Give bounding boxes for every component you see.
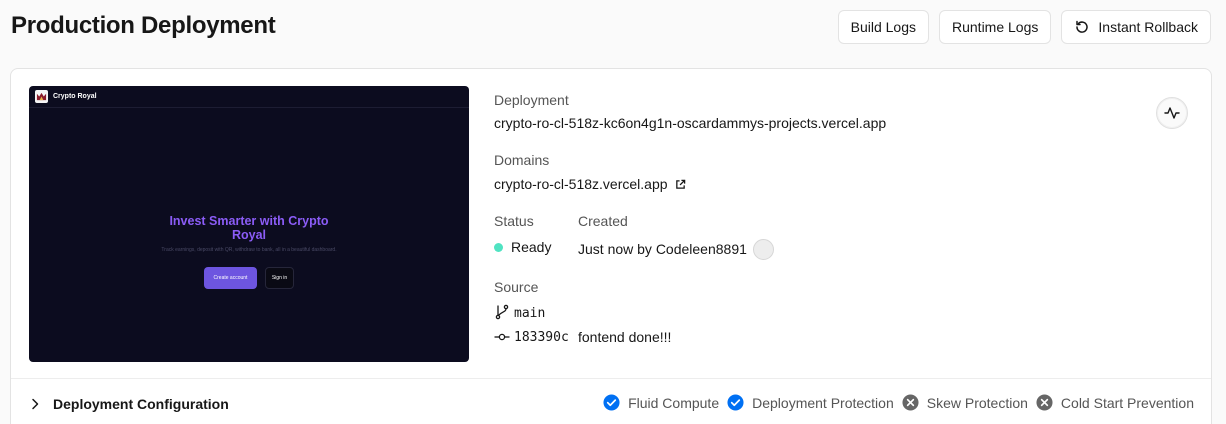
preview-logo bbox=[35, 90, 48, 103]
runtime-logs-button[interactable]: Runtime Logs bbox=[939, 10, 1052, 44]
page-title: Production Deployment bbox=[11, 12, 276, 39]
commit-message[interactable]: fontend done!!! bbox=[578, 329, 671, 345]
status-text: Ready bbox=[511, 239, 552, 255]
instant-rollback-label: Instant Rollback bbox=[1098, 19, 1198, 35]
preview-create-account-button: Create account bbox=[204, 267, 257, 289]
deployment-card: Crypto Royal Invest Smarter with Crypto … bbox=[10, 68, 1212, 424]
preview-hero: Invest Smarter with Crypto Royal Track e… bbox=[29, 214, 469, 289]
build-logs-label: Build Logs bbox=[850, 19, 916, 35]
config-toggle[interactable]: Deployment Configuration bbox=[29, 396, 229, 412]
preview-hero-subtitle: Track earnings, deposit with QR, withdra… bbox=[161, 247, 337, 253]
feature-label: Fluid Compute bbox=[628, 394, 720, 411]
chevron-right-icon bbox=[32, 398, 39, 410]
instant-rollback-button[interactable]: Instant Rollback bbox=[1061, 10, 1211, 44]
deployment-configuration-row[interactable]: Deployment Configuration Fluid Compute D… bbox=[11, 378, 1211, 424]
check-circle-icon bbox=[727, 394, 744, 411]
commit-sha[interactable]: 183390c bbox=[514, 330, 569, 345]
source-label: Source bbox=[494, 279, 539, 295]
preview-navbar: Crypto Royal bbox=[29, 86, 469, 108]
feature-cold-start-prevention: Cold Start Prevention bbox=[1036, 394, 1194, 411]
feature-label: Skew Protection bbox=[926, 394, 1028, 411]
feature-fluid-compute: Fluid Compute bbox=[603, 394, 719, 411]
activity-button[interactable] bbox=[1156, 97, 1188, 129]
feature-skew-protection: Skew Protection bbox=[902, 394, 1028, 411]
x-circle-icon bbox=[902, 394, 919, 411]
preview-hero-title: Invest Smarter with Crypto Royal bbox=[169, 214, 329, 242]
status-label: Status bbox=[494, 213, 534, 229]
check-circle-icon bbox=[603, 394, 620, 411]
deployment-url-link[interactable]: crypto-ro-cl-518z-kc6on4g1n-oscardammys-… bbox=[494, 115, 886, 131]
status-value: Ready bbox=[494, 239, 551, 255]
git-commit-icon bbox=[494, 333, 510, 341]
deployment-label: Deployment bbox=[494, 92, 569, 108]
created-label: Created bbox=[578, 213, 628, 229]
build-logs-button[interactable]: Build Logs bbox=[837, 10, 929, 44]
preview-sign-in-button: Sign in bbox=[265, 267, 294, 289]
preview-brand: Crypto Royal bbox=[53, 93, 97, 100]
rollback-icon bbox=[1076, 20, 1089, 33]
feature-label: Cold Start Prevention bbox=[1060, 394, 1194, 411]
config-title: Deployment Configuration bbox=[53, 396, 229, 412]
git-branch-icon bbox=[495, 304, 509, 320]
crown-icon bbox=[36, 92, 47, 101]
branch-name[interactable]: main bbox=[514, 306, 545, 321]
domain-row: crypto-ro-cl-518z.vercel.app bbox=[494, 176, 686, 192]
deployment-preview[interactable]: Crypto Royal Invest Smarter with Crypto … bbox=[29, 86, 469, 362]
domains-label: Domains bbox=[494, 152, 550, 168]
external-link-icon[interactable] bbox=[675, 179, 686, 190]
feature-deployment-protection: Deployment Protection bbox=[727, 394, 894, 411]
activity-icon bbox=[1164, 107, 1180, 119]
created-value: Just now by Codeleen8891 bbox=[578, 239, 774, 260]
runtime-logs-label: Runtime Logs bbox=[952, 19, 1039, 35]
created-text: Just now by Codeleen8891 bbox=[578, 241, 747, 257]
feature-label: Deployment Protection bbox=[752, 394, 894, 411]
preview-buttons: Create account Sign in bbox=[29, 267, 469, 289]
header-actions: Build Logs Runtime Logs Instant Rollback bbox=[837, 10, 1211, 44]
status-dot bbox=[494, 243, 503, 252]
avatar[interactable] bbox=[752, 239, 774, 260]
x-circle-icon bbox=[1036, 394, 1053, 411]
config-features: Fluid Compute Deployment Protection Skew… bbox=[595, 394, 1194, 411]
domain-link[interactable]: crypto-ro-cl-518z.vercel.app bbox=[494, 176, 668, 192]
